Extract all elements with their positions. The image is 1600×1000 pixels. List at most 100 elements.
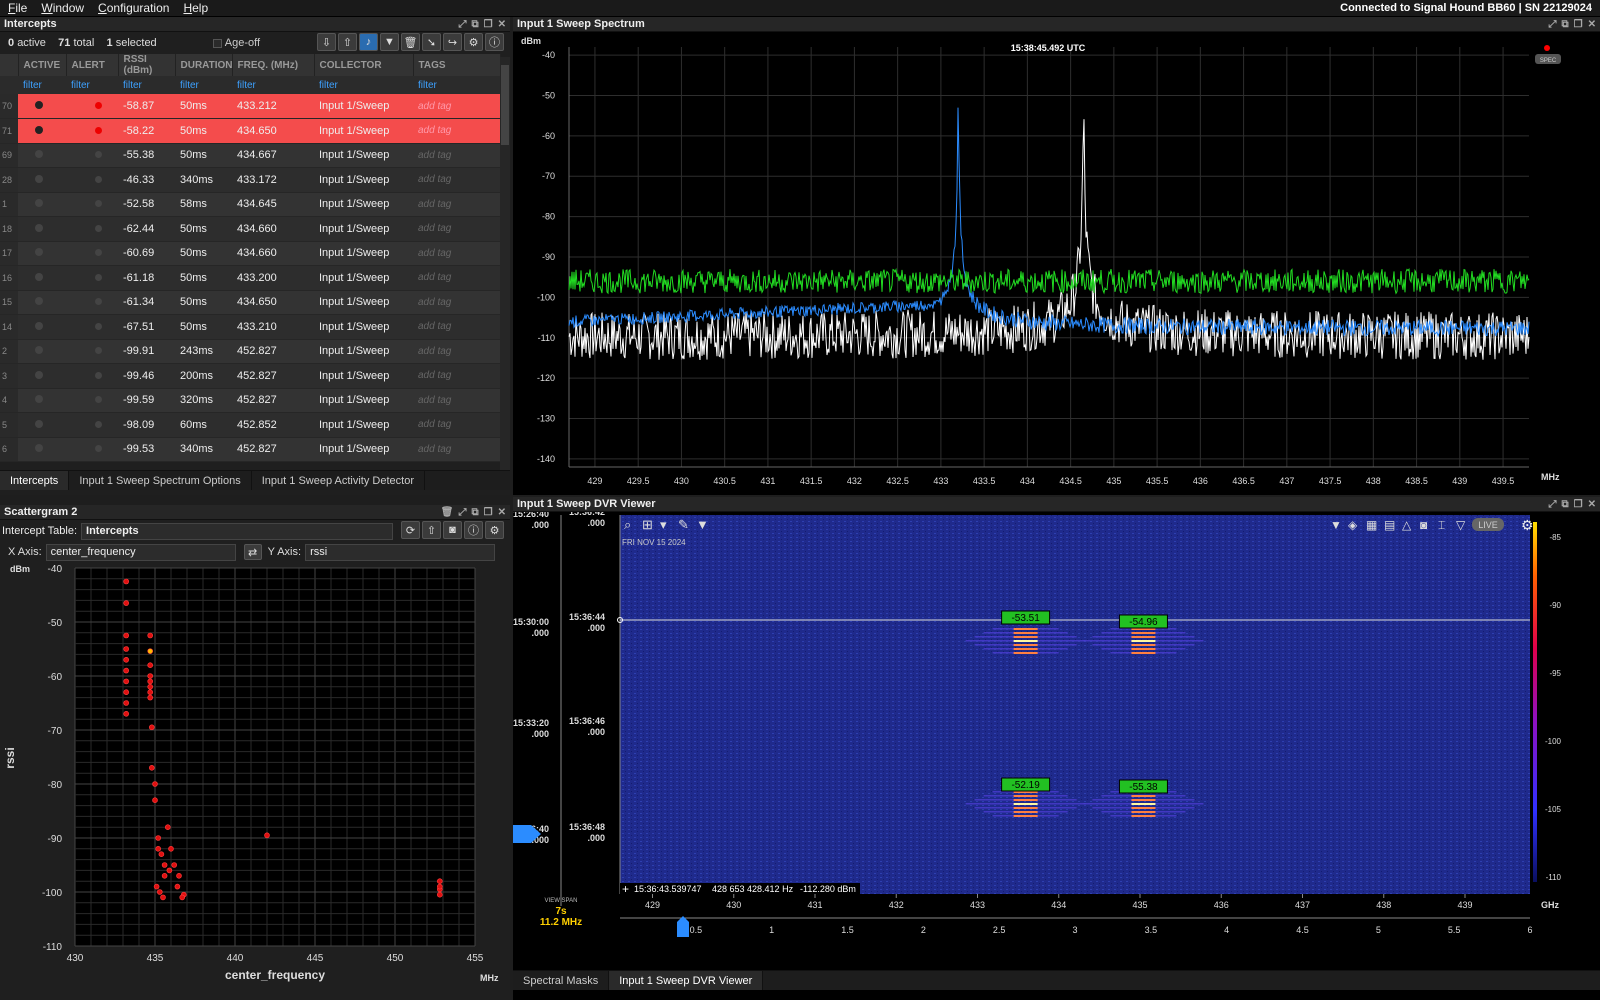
scatter-plot[interactable]: 430 435 440 445 450 455 -40 -50 -60 -70 -80 -90 -100… <box>0 563 510 1000</box>
spectrum-plot[interactable]: 429 429.5 430 430.5 431 431.5 432 432.5 433 433.5… <box>513 32 1600 495</box>
info-icon[interactable]: ⓘ <box>485 33 504 51</box>
float-icon[interactable]: ⧉ <box>1562 17 1569 31</box>
doc-icon[interactable]: ▤ <box>1384 518 1395 532</box>
delete-icon[interactable]: 🗑 <box>401 33 420 51</box>
restore-icon[interactable]: ❐ <box>1574 17 1583 31</box>
menu-configuration[interactable]: Configuration <box>90 0 175 16</box>
add-tag-cell[interactable]: add tag <box>413 241 500 266</box>
add-tag-cell[interactable]: add tag <box>413 339 500 364</box>
menu-help[interactable]: Help <box>175 0 214 16</box>
y-axis-select[interactable]: rssi <box>305 543 496 561</box>
add-tag-cell[interactable]: add tag <box>413 143 500 168</box>
table-row[interactable]: 1 -52.58 58ms 434.645 Input 1/Sweep add … <box>0 192 500 217</box>
filter-icon[interactable]: ▼ <box>1330 518 1342 532</box>
filter-active[interactable]: filter <box>18 76 66 94</box>
trash-icon[interactable]: 🗑 <box>441 505 454 519</box>
camera-icon[interactable]: ◙ <box>1420 518 1427 532</box>
add-tag-cell[interactable]: add tag <box>413 265 500 291</box>
table-row[interactable]: 3 -99.46 200ms 452.827 Input 1/Sweep add… <box>0 363 500 389</box>
restore-icon[interactable]: ❐ <box>1574 497 1583 511</box>
table-row[interactable]: 15 -61.34 50ms 434.650 Input 1/Sweep add… <box>0 290 500 315</box>
restore-icon[interactable]: ❐ <box>484 17 493 31</box>
expand-icon[interactable]: ⤢ <box>1549 17 1557 31</box>
menu-window[interactable]: Window <box>33 0 90 16</box>
add-tag-cell[interactable]: add tag <box>413 388 500 413</box>
import-icon[interactable]: ⇩ <box>317 33 336 51</box>
filter-duration[interactable]: filter <box>175 76 232 94</box>
restore-icon[interactable]: ❐ <box>484 505 493 519</box>
refresh-icon[interactable]: ⟳ <box>401 521 420 539</box>
table-row[interactable]: 17 -60.69 50ms 434.660 Input 1/Sweep add… <box>0 241 500 266</box>
share-icon[interactable]: ↪ <box>443 33 462 51</box>
col-duration[interactable]: DURATION <box>175 54 233 76</box>
filter-icon[interactable]: ▼ <box>380 33 399 51</box>
table-row[interactable]: 16 -61.18 50ms 433.200 Input 1/Sweep add… <box>0 265 500 291</box>
tab-spectrum-options[interactable]: Input 1 Sweep Spectrum Options <box>69 471 252 490</box>
filter-freq[interactable]: filter <box>232 76 314 94</box>
mask-icon[interactable]: ◈ <box>1348 518 1358 532</box>
add-tag-cell[interactable]: add tag <box>413 167 500 193</box>
col-collector[interactable]: COLLECTOR <box>314 54 414 76</box>
span-handle-icon[interactable] <box>677 916 689 937</box>
info-icon[interactable]: ⓘ <box>464 521 483 539</box>
pointer-icon[interactable]: ➘ <box>422 33 441 51</box>
gear-icon[interactable]: ⚙ <box>1521 517 1534 533</box>
add-tag-cell[interactable]: add tag <box>413 412 500 438</box>
add-tag-cell[interactable]: add tag <box>413 118 500 144</box>
add-tag-cell[interactable]: add tag <box>413 314 500 340</box>
tab-intercepts[interactable]: Intercepts <box>0 471 70 490</box>
tab-dvr-viewer[interactable]: Input 1 Sweep DVR Viewer <box>609 971 764 990</box>
filter-collector[interactable]: filter <box>314 76 413 94</box>
add-tag-cell[interactable]: add tag <box>413 192 500 217</box>
col-tags[interactable]: TAGS <box>413 54 501 76</box>
add-tag-cell[interactable]: add tag <box>413 94 500 119</box>
filter-alert[interactable]: filter <box>66 76 118 94</box>
expand-icon[interactable]: ⤢ <box>1549 497 1557 511</box>
triangle-icon[interactable]: △ <box>1402 518 1412 532</box>
expand-icon[interactable]: ⤢ <box>459 505 467 519</box>
add-tag-cell[interactable]: add tag <box>413 437 500 462</box>
dropdown-icon[interactable]: ▾ <box>660 517 667 532</box>
col-rssi[interactable]: RSSI (dBm) <box>118 54 176 76</box>
add-tag-cell[interactable]: add tag <box>413 216 500 242</box>
expand-icon[interactable]: ⤢ <box>459 17 467 31</box>
marker-icon[interactable]: ▽ <box>1456 518 1466 532</box>
search-icon[interactable]: ⌕ <box>624 517 631 532</box>
audio-icon[interactable]: ♪ <box>359 33 378 51</box>
float-icon[interactable]: ⧉ <box>1562 497 1569 511</box>
col-active[interactable]: ACTIVE <box>18 54 67 76</box>
table-row[interactable]: 71 -58.22 50ms 434.650 Input 1/Sweep add… <box>0 118 500 144</box>
camera-icon[interactable]: ◙ <box>443 521 462 539</box>
close-icon[interactable]: ✕ <box>498 505 506 519</box>
add-tag-cell[interactable]: add tag <box>413 290 500 315</box>
edit-icon[interactable]: ✎ <box>678 517 689 532</box>
intercept-table-select[interactable]: Intercepts <box>81 522 394 540</box>
tab-spectral-masks[interactable]: Spectral Masks <box>513 971 610 990</box>
export-icon[interactable]: ⇧ <box>338 33 357 51</box>
table-row[interactable]: 70 -58.87 50ms 433.212 Input 1/Sweep add… <box>0 94 500 119</box>
table-row[interactable]: 5 -98.09 60ms 452.852 Input 1/Sweep add … <box>0 412 500 438</box>
float-icon[interactable]: ⧉ <box>472 505 479 519</box>
grid-icon[interactable]: ▦ <box>1366 518 1377 532</box>
ageoff-checkbox[interactable] <box>212 38 222 48</box>
table-row[interactable]: 28 -46.33 340ms 433.172 Input 1/Sweep ad… <box>0 167 500 193</box>
frame-icon[interactable]: ⊞ <box>642 517 653 532</box>
filter-tags[interactable]: filter <box>413 76 500 94</box>
close-icon[interactable]: ✕ <box>1588 17 1596 31</box>
col-alert[interactable]: ALERT <box>66 54 119 76</box>
menu-file[interactable]: File <box>0 0 33 16</box>
cursor-icon[interactable]: ⌶ <box>1438 518 1445 532</box>
float-icon[interactable]: ⧉ <box>472 17 479 31</box>
close-icon[interactable]: ✕ <box>498 17 506 31</box>
table-row[interactable]: 6 -99.53 340ms 452.827 Input 1/Sweep add… <box>0 437 500 462</box>
x-axis-select[interactable]: center_frequency <box>45 543 236 561</box>
swap-axes-icon[interactable]: ⇄ <box>243 544 262 560</box>
tab-activity-detector[interactable]: Input 1 Sweep Activity Detector <box>252 471 425 490</box>
close-icon[interactable]: ✕ <box>1588 497 1596 511</box>
table-row[interactable]: 18 -62.44 50ms 434.660 Input 1/Sweep add… <box>0 216 500 242</box>
table-row[interactable]: 14 -67.51 50ms 433.210 Input 1/Sweep add… <box>0 314 500 340</box>
table-row[interactable]: 2 -99.91 243ms 452.827 Input 1/Sweep add… <box>0 339 500 364</box>
filter-icon[interactable]: ▼ <box>696 517 709 532</box>
filter-rssi[interactable]: filter <box>118 76 175 94</box>
export-icon[interactable]: ⇧ <box>422 521 441 539</box>
